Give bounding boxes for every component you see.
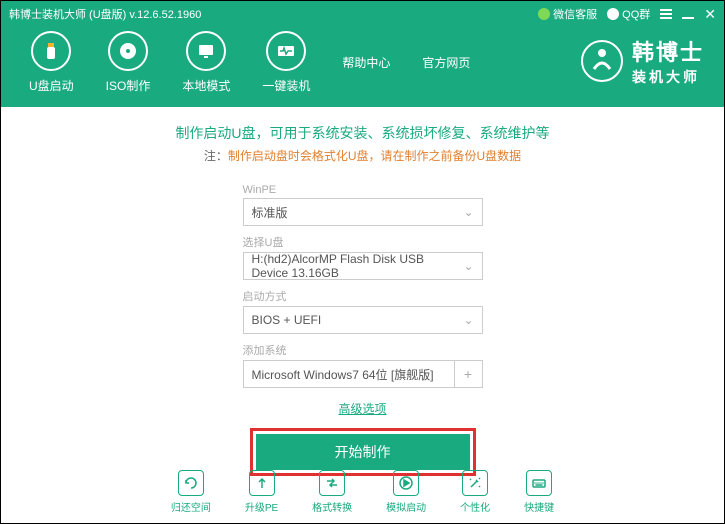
nav-iso[interactable]: ISO制作 [106, 31, 151, 94]
chevron-down-icon: ⌄ [463, 205, 473, 219]
nav-label: 帮助中心 [342, 54, 390, 71]
wechat-support[interactable]: 微信客服 [538, 6, 597, 22]
footer-format-convert[interactable]: 格式转换 [312, 470, 352, 514]
minimize-button[interactable] [682, 9, 694, 19]
restore-icon [178, 470, 204, 496]
usb-label: 选择U盘 [243, 234, 483, 250]
nav-help[interactable]: 帮助中心 [342, 54, 390, 71]
nav-label: 官方网页 [422, 54, 470, 71]
magic-icon [462, 470, 488, 496]
convert-icon [319, 470, 345, 496]
keyboard-icon [526, 470, 552, 496]
footer-label: 快捷键 [524, 499, 554, 514]
chevron-down-icon: ⌄ [463, 259, 473, 273]
footer-restore-space[interactable]: 归还空间 [171, 470, 211, 514]
boot-label: 启动方式 [243, 288, 483, 304]
winpe-value: 标准版 [252, 204, 288, 221]
sys-value: Microsoft Windows7 64位 [旗舰版] [252, 366, 434, 383]
footer-label: 升级PE [245, 499, 278, 514]
play-icon [393, 470, 419, 496]
footer-label: 格式转换 [312, 499, 352, 514]
advanced-options-link[interactable]: 高级选项 [338, 402, 386, 416]
footer-personalize[interactable]: 个性化 [460, 470, 490, 514]
usb-icon [31, 31, 71, 71]
start-highlight: 开始制作 [250, 428, 476, 476]
qq-label: QQ群 [622, 6, 650, 22]
footer-label: 个性化 [460, 499, 490, 514]
disc-icon [108, 31, 148, 71]
nav-label: U盘启动 [29, 77, 74, 94]
nav-usb-boot[interactable]: U盘启动 [29, 31, 74, 94]
brand-logo-area: 韩博士 装机大师 [580, 35, 704, 87]
footer-label: 归还空间 [171, 499, 211, 514]
note-text: 制作启动盘时会格式化U盘，请在制作之前备份U盘数据 [228, 149, 521, 163]
brand-name: 韩博士 [632, 35, 704, 67]
footer-upgrade-pe[interactable]: 升级PE [245, 470, 278, 514]
winpe-label: WinPE [243, 184, 483, 196]
system-select[interactable]: Microsoft Windows7 64位 [旗舰版] [243, 360, 455, 388]
nav-website[interactable]: 官方网页 [422, 54, 470, 71]
footer-simulate-boot[interactable]: 模拟启动 [386, 470, 426, 514]
nav-label: 一键装机 [262, 77, 310, 94]
start-button[interactable]: 开始制作 [256, 434, 470, 470]
wechat-label: 微信客服 [553, 6, 597, 22]
upgrade-icon [249, 470, 275, 496]
wechat-icon [538, 8, 550, 20]
sys-label: 添加系统 [243, 342, 483, 358]
close-button[interactable]: ✕ [704, 6, 716, 23]
add-system-button[interactable]: + [455, 360, 483, 388]
monitor-icon [186, 31, 226, 71]
boot-select[interactable]: BIOS + UEFI ⌄ [243, 306, 483, 334]
nav-oneclick[interactable]: 一键装机 [262, 31, 310, 94]
brand-logo-icon [580, 39, 624, 83]
brand-sub: 装机大师 [632, 67, 704, 87]
menu-button[interactable] [660, 9, 672, 19]
note: 注：制作启动盘时会格式化U盘，请在制作之前备份U盘数据 [204, 147, 521, 164]
footer-shortcut[interactable]: 快捷键 [524, 470, 554, 514]
nav-local[interactable]: 本地模式 [182, 31, 230, 94]
note-label: 注： [204, 149, 228, 163]
headline: 制作启动U盘，可用于系统安装、系统损坏修复、系统维护等 [175, 123, 549, 143]
footer-label: 模拟启动 [386, 499, 426, 514]
usb-select[interactable]: H:(hd2)AlcorMP Flash Disk USB Device 13.… [243, 252, 483, 280]
usb-value: H:(hd2)AlcorMP Flash Disk USB Device 13.… [252, 252, 464, 280]
minimize-icon [682, 17, 694, 19]
pulse-icon [266, 31, 306, 71]
app-title: 韩博士装机大师 (U盘版) v.12.6.52.1960 [9, 6, 538, 22]
nav-label: 本地模式 [182, 77, 230, 94]
nav-label: ISO制作 [106, 77, 151, 94]
qq-group[interactable]: QQ群 [607, 6, 650, 22]
chevron-down-icon: ⌄ [463, 313, 473, 327]
qq-icon [607, 8, 619, 20]
boot-value: BIOS + UEFI [252, 313, 322, 327]
menu-icon [660, 9, 672, 19]
winpe-select[interactable]: 标准版 ⌄ [243, 198, 483, 226]
